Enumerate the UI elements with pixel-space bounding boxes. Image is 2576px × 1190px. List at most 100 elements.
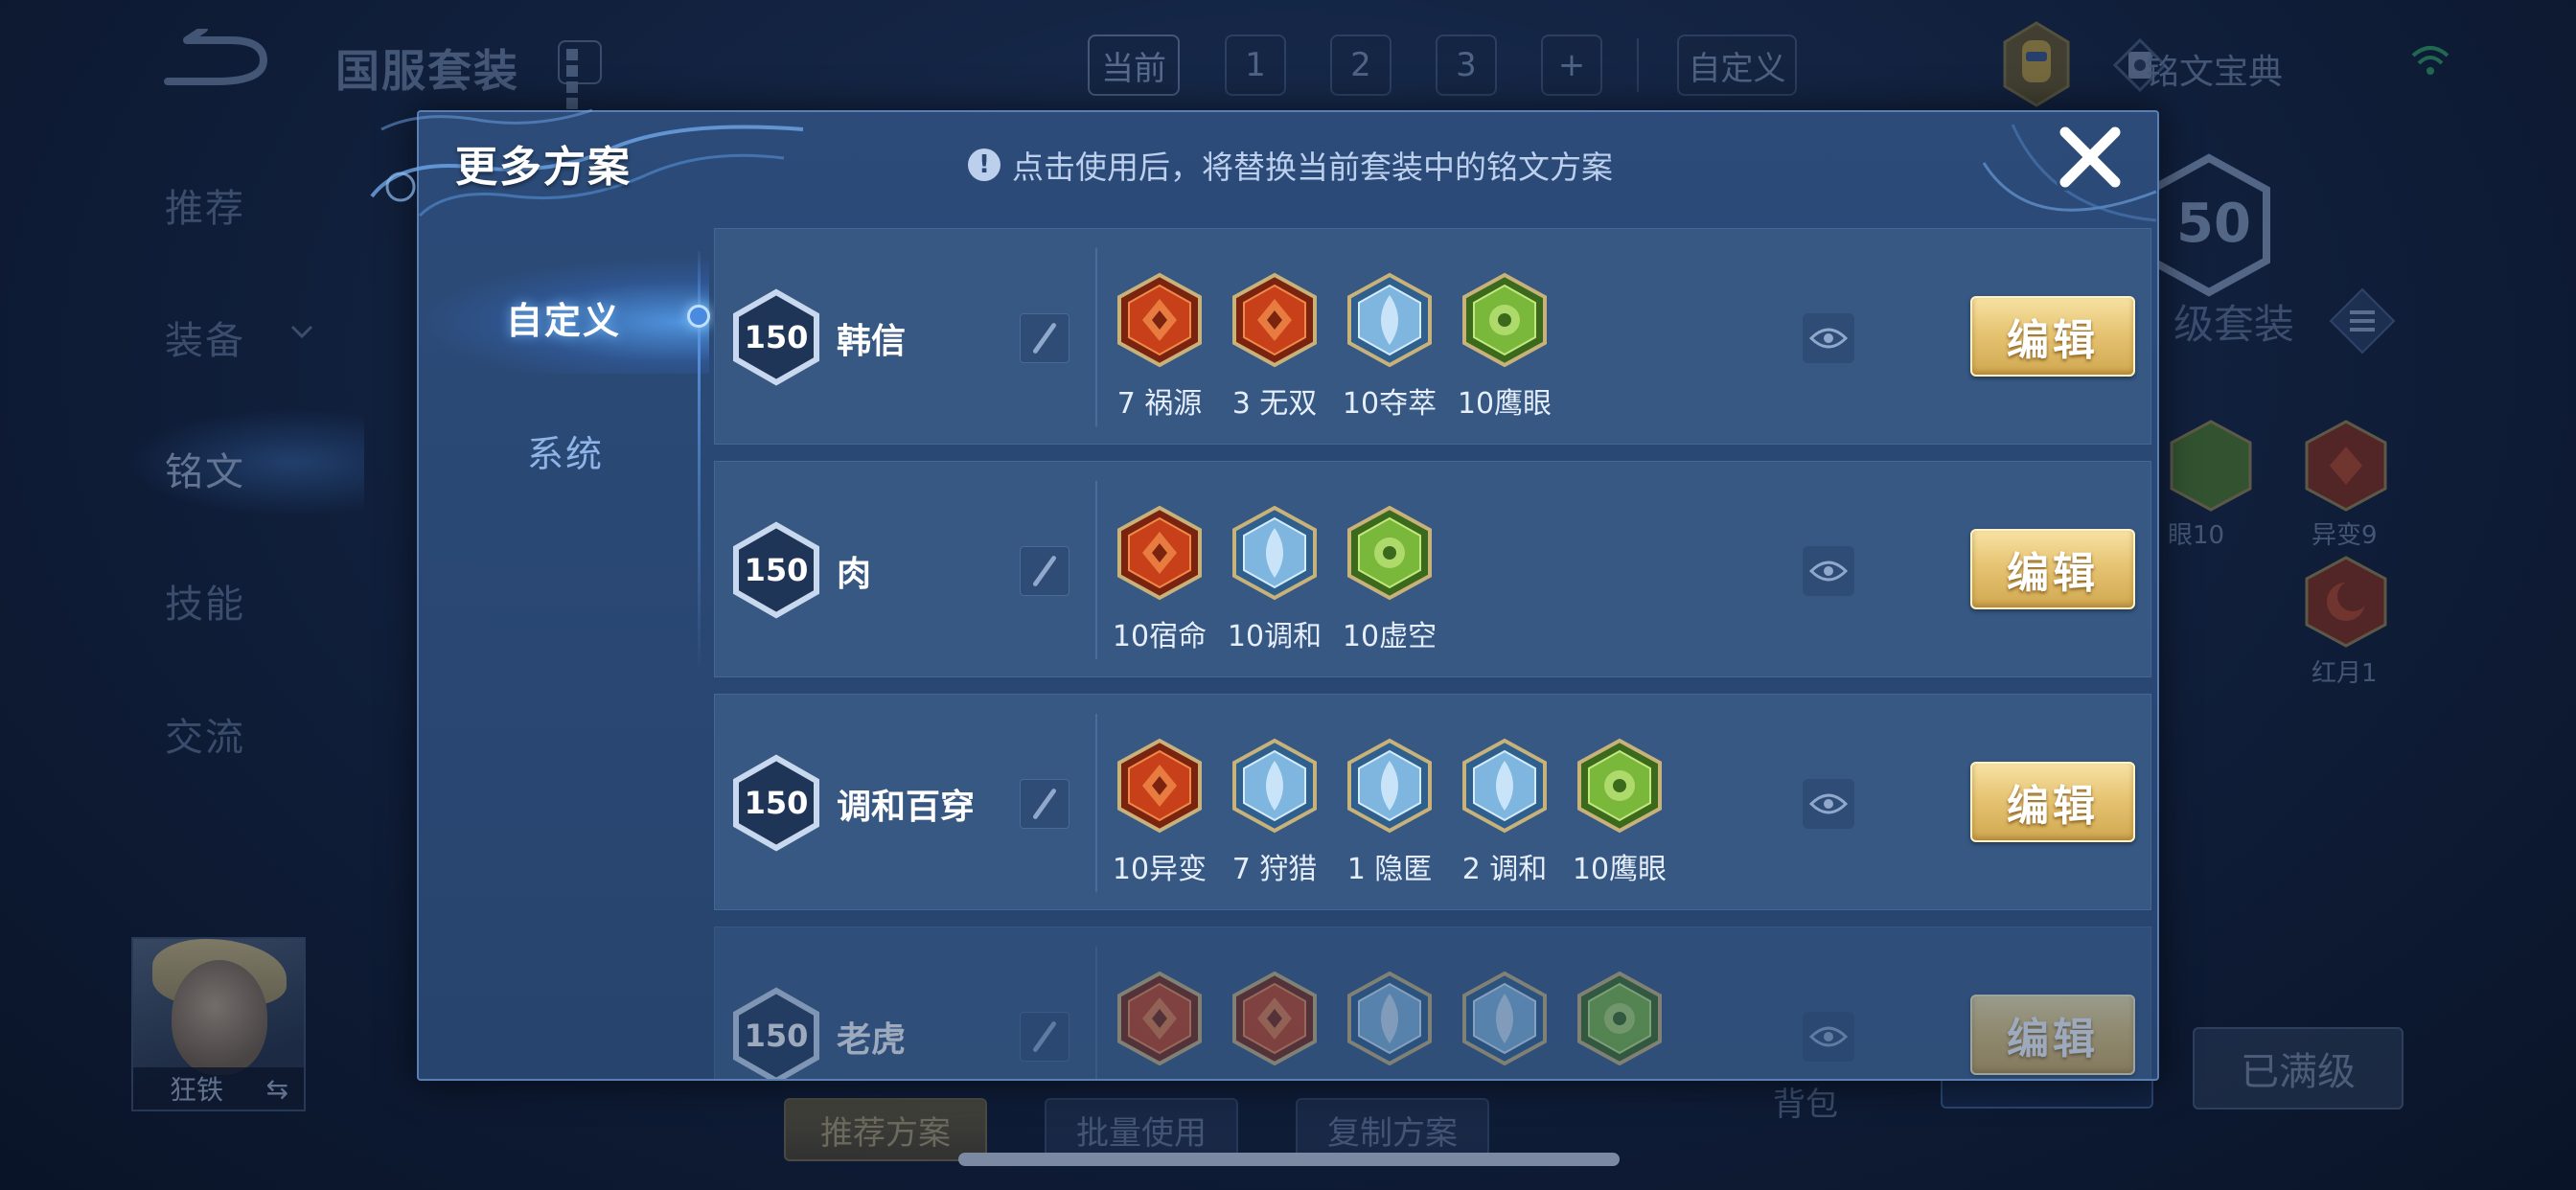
- modal-notice: ! 点击使用后，将替换当前套装中的铭文方案: [968, 142, 1613, 188]
- rune-red-icon: [1117, 971, 1202, 1066]
- edit-button[interactable]: 编辑: [1970, 995, 2135, 1075]
- rune-green-icon: [1577, 738, 1662, 834]
- tab-divider: [1637, 38, 1639, 92]
- wifi-icon: [2411, 46, 2450, 75]
- rename-pen-icon[interactable]: [1020, 1012, 1070, 1062]
- plan-list[interactable]: 150 韩信 7 祸源 3 无双 10夺萃 10鹰眼 编辑 150 肉 10宿命 10调…: [714, 228, 2151, 1079]
- rune-label: 7 祸源: [1116, 387, 1203, 421]
- preview-eye-icon[interactable]: [1803, 1012, 1854, 1062]
- plan-row[interactable]: 150 韩信 7 祸源 3 无双 10夺萃 10鹰眼 编辑: [714, 228, 2151, 445]
- rune-slot: 10异变: [1113, 738, 1207, 887]
- set-tab-1[interactable]: 1: [1225, 34, 1286, 96]
- preview-eye-icon[interactable]: [1803, 546, 1854, 596]
- rune-blue-icon: [1462, 738, 1547, 834]
- grid-view-icon[interactable]: [558, 40, 602, 109]
- set-tab-current[interactable]: 当前: [1088, 34, 1180, 96]
- level-badge-icon: 150: [733, 987, 819, 1079]
- rune-slot: 3 无双: [1230, 272, 1319, 422]
- rune-label: 7 狩猎: [1231, 853, 1318, 886]
- player-mascot-icon[interactable]: [2003, 21, 2070, 107]
- rune-label: 10鹰眼: [1572, 853, 1668, 886]
- rune-slot: 10调和: [1227, 505, 1322, 654]
- back-arrow-icon[interactable]: [158, 29, 273, 96]
- rune-red-icon: [1117, 738, 1202, 834]
- level-badge-icon: 150: [733, 521, 819, 619]
- right-rune-label: 红月1: [2312, 659, 2378, 688]
- recommend-plan-button[interactable]: 推荐方案: [784, 1098, 987, 1161]
- rune-list: 10异变 7 狩猎 1 隐匿 2 调和 10鹰眼: [1113, 738, 1668, 887]
- chevron-down-icon: [290, 325, 313, 339]
- hero-name: 狂铁: [170, 1074, 224, 1106]
- side-nav-equipment[interactable]: 装备: [165, 309, 245, 365]
- row-divider: [1095, 248, 1097, 426]
- rune-red-icon: [1232, 971, 1317, 1066]
- rune-slot: 10夺萃: [1342, 272, 1438, 422]
- rename-pen-icon[interactable]: [1020, 546, 1070, 596]
- custom-tab[interactable]: 自定义: [1677, 34, 1797, 96]
- edit-button[interactable]: 编辑: [1970, 529, 2135, 609]
- set-level-label: 级套装: [2174, 301, 2295, 348]
- side-nav-runes[interactable]: 铭文: [165, 441, 245, 496]
- hero-name-bar: 狂铁 ⇆: [133, 1067, 304, 1110]
- svg-text:150: 150: [745, 785, 809, 821]
- row-divider: [1095, 714, 1097, 892]
- close-icon[interactable]: [2056, 123, 2125, 192]
- rune-label: 3 无双: [1231, 387, 1318, 421]
- rune-blue-icon: [1347, 971, 1432, 1066]
- plan-name: 调和百穿: [837, 788, 976, 827]
- tab-system[interactable]: 系统: [527, 424, 604, 477]
- rune-slot: [1460, 971, 1549, 1078]
- rune-red-icon: [1117, 272, 1202, 368]
- rune-slot: 10宿命: [1112, 505, 1208, 654]
- svg-text:150: 150: [745, 552, 809, 588]
- rune-red-icon: [1232, 272, 1317, 368]
- rune-green-icon: [1347, 505, 1432, 601]
- rune-list: 7 祸源 3 无双 10夺萃 10鹰眼: [1116, 272, 1552, 422]
- rune-slot: 7 祸源: [1116, 272, 1204, 422]
- modal-title: 更多方案: [455, 143, 632, 192]
- svg-text:150: 150: [745, 319, 809, 355]
- preview-eye-icon[interactable]: [1803, 313, 1854, 363]
- edit-button[interactable]: 编辑: [1970, 762, 2135, 842]
- rune-blue-icon: [1462, 971, 1547, 1066]
- svg-text:50: 50: [2176, 193, 2251, 255]
- side-nav-recommend[interactable]: 推荐: [165, 177, 245, 233]
- rune-list: [1116, 971, 1664, 1078]
- preview-eye-icon[interactable]: [1803, 779, 1854, 829]
- side-nav-skills[interactable]: 技能: [165, 573, 245, 629]
- swap-hero-icon[interactable]: ⇆: [266, 1073, 288, 1105]
- set-tab-2[interactable]: 2: [1330, 34, 1392, 96]
- level-badge-icon: 150: [733, 288, 819, 386]
- hero-card[interactable]: 狂铁 ⇆: [131, 937, 306, 1111]
- rune-slot: 2 调和: [1460, 738, 1549, 887]
- bag-label[interactable]: 背包: [1773, 1078, 1838, 1125]
- level-badge-icon: 150: [733, 754, 819, 852]
- rename-pen-icon[interactable]: [1020, 313, 1070, 363]
- rune-label: 10虚空: [1342, 620, 1438, 653]
- tab-custom[interactable]: 自定义: [506, 291, 621, 344]
- add-set-tab[interactable]: +: [1541, 34, 1602, 96]
- home-indicator[interactable]: [958, 1153, 1620, 1166]
- right-rune-label: 眼10: [2168, 521, 2225, 550]
- plan-row[interactable]: 150 调和百穿 10异变 7 狩猎 1 隐匿 2 调和 10鹰眼 编辑: [714, 694, 2151, 910]
- plan-row[interactable]: 150 老虎 编辑: [714, 927, 2151, 1079]
- rename-pen-icon[interactable]: [1020, 779, 1070, 829]
- rune-green-icon: [1462, 272, 1547, 368]
- rune-label: 2 调和: [1461, 853, 1548, 886]
- rune-label: 10夺萃: [1342, 387, 1438, 421]
- rune-slot: [1230, 971, 1319, 1078]
- side-nav-community[interactable]: 交流: [165, 706, 245, 762]
- rune-slot: [1346, 971, 1434, 1078]
- rune-blue-icon: [1347, 272, 1432, 368]
- edit-button[interactable]: 编辑: [1970, 296, 2135, 377]
- rune-green-icon: [1577, 971, 1662, 1066]
- rune-label: 10调和: [1227, 620, 1322, 653]
- menu-icon[interactable]: [2329, 287, 2396, 355]
- plan-row[interactable]: 150 肉 10宿命 10调和 10虚空 编辑: [714, 461, 2151, 677]
- plan-name: 韩信: [837, 322, 907, 361]
- set-tab-3[interactable]: 3: [1436, 34, 1497, 96]
- codex-label[interactable]: 铭文宝典: [2145, 44, 2283, 94]
- rune-slot: 10虚空: [1342, 505, 1438, 654]
- rune-label: 10宿命: [1112, 620, 1208, 653]
- rune-green-icon: [2170, 420, 2252, 512]
